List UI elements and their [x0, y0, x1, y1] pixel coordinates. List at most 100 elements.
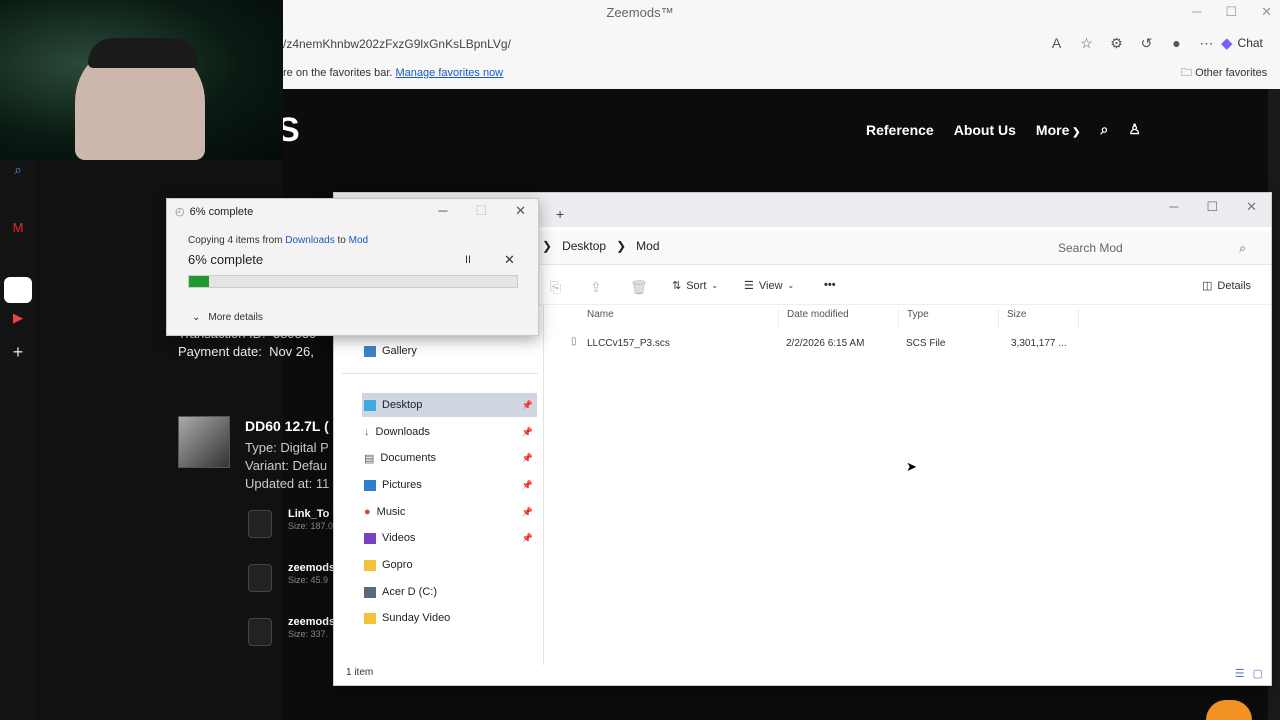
- file-type: SCS File: [906, 338, 946, 349]
- drive-icon: [364, 586, 376, 598]
- other-favorites[interactable]: 🗀 Other favorites: [1181, 62, 1267, 84]
- app-icon[interactable]: [4, 277, 32, 303]
- address-row: /z4nemKhnbw202zFxzG9lxGnKsLBpnLVg/ A ☆ ⚙…: [283, 30, 1280, 58]
- minimize-icon[interactable]: ─: [1192, 4, 1201, 20]
- add-icon[interactable]: +: [8, 342, 28, 362]
- pin-icon: 📌: [521, 399, 533, 410]
- product-thumbnail[interactable]: [178, 416, 230, 468]
- copilot-chat-button[interactable]: ◆ Chat: [1221, 34, 1263, 52]
- file-name: zeemods: [288, 562, 336, 574]
- extensions-icon[interactable]: ⚙: [1108, 34, 1125, 52]
- search-icon[interactable]: ⌕: [8, 160, 28, 180]
- minimize-icon[interactable]: ─: [438, 203, 447, 219]
- download-file[interactable]: Link_To Size: 187.0: [245, 504, 335, 544]
- close-icon[interactable]: ✕: [1246, 199, 1257, 215]
- manage-favorites-link[interactable]: Manage favorites now: [396, 67, 504, 79]
- search-icon: ⌕: [1239, 241, 1246, 255]
- pause-icon[interactable]: II: [465, 254, 471, 266]
- payment-label: Payment date:: [178, 344, 262, 359]
- sidebar-label: Sunday Video: [382, 612, 451, 624]
- mail-icon[interactable]: M: [8, 217, 28, 237]
- webcam-hair: [88, 38, 198, 68]
- tiles-view-icon[interactable]: ▢: [1253, 667, 1263, 680]
- nav-about[interactable]: About Us: [954, 122, 1016, 138]
- sidebar-item-videos[interactable]: Videos 📌: [362, 526, 537, 550]
- column-size[interactable]: Size: [999, 309, 1079, 329]
- sidebar-item-sunday-video[interactable]: Sunday Video: [362, 606, 537, 630]
- videos-icon: [364, 532, 376, 544]
- new-tab-icon[interactable]: +: [556, 206, 564, 222]
- music-icon: ●: [364, 506, 371, 518]
- more-options-button[interactable]: •••: [824, 279, 836, 291]
- sidebar-item-documents[interactable]: ▤ Documents 📌: [362, 446, 537, 470]
- sidebar-label: Pictures: [382, 479, 422, 491]
- sidebar-item-acer-drive[interactable]: Acer D (C:): [362, 580, 537, 604]
- sidebar-label: Downloads: [375, 426, 430, 438]
- file-name: Link_To: [288, 508, 330, 520]
- rename-icon[interactable]: ⎘: [550, 279, 561, 296]
- sidebar-item-pictures[interactable]: Pictures 📌: [362, 473, 537, 497]
- nav-more[interactable]: More ❯: [1036, 122, 1081, 138]
- sidebar-label: Gopro: [382, 559, 413, 571]
- sidebar-item-gallery[interactable]: Gallery: [362, 339, 537, 363]
- sidebar-item-downloads[interactable]: ↓ Downloads 📌: [362, 420, 537, 444]
- file-icon: [248, 618, 272, 646]
- user-icon[interactable]: ♙: [1128, 121, 1141, 138]
- stop-icon[interactable]: ✕: [504, 252, 515, 268]
- nav-reference[interactable]: Reference: [866, 122, 934, 138]
- copy-to: to: [337, 235, 346, 246]
- view-button[interactable]: ☰ View ⌄: [744, 279, 795, 293]
- address-bar[interactable]: /z4nemKhnbw202zFxzG9lxGnKsLBpnLVg/: [283, 30, 1083, 58]
- nav-more-label: More: [1035, 121, 1070, 138]
- sidebar-item-music[interactable]: ● Music 📌: [362, 500, 537, 524]
- sidebar-label: Desktop: [382, 399, 423, 411]
- download-file[interactable]: zeemods Size: 337.: [245, 612, 335, 652]
- file-date: 2/2/2026 6:15 AM: [786, 338, 865, 349]
- more-icon[interactable]: ⋯: [1198, 34, 1215, 52]
- read-aloud-icon[interactable]: A: [1048, 34, 1065, 52]
- breadcrumb-mod[interactable]: Mod: [636, 239, 659, 253]
- product-title[interactable]: DD60 12.7L (: [245, 418, 329, 434]
- window-controls: ─ ☐ ✕: [1192, 4, 1272, 20]
- folder-icon: [364, 559, 376, 571]
- more-details-toggle[interactable]: ⌄ More details: [192, 312, 263, 323]
- close-icon[interactable]: ✕: [515, 203, 526, 219]
- column-date[interactable]: Date modified: [779, 309, 899, 329]
- nav-links: Reference About Us More ❯ ⌕ ♙: [866, 121, 1141, 138]
- share-icon[interactable]: ⇪: [590, 279, 602, 296]
- gallery-icon: [364, 345, 376, 357]
- details-view-icon[interactable]: ☰: [1235, 667, 1245, 680]
- column-headers: Name Date modified Type Size: [579, 309, 1269, 329]
- close-icon[interactable]: ✕: [1261, 4, 1272, 20]
- source-link[interactable]: Downloads: [285, 235, 334, 246]
- history-icon[interactable]: ↺: [1138, 34, 1155, 52]
- video-icon[interactable]: ▶: [8, 308, 28, 328]
- file-icon: [248, 564, 272, 592]
- sidebar-item-desktop[interactable]: Desktop 📌: [362, 393, 537, 417]
- sidebar-item-gopro[interactable]: Gopro: [362, 553, 537, 577]
- column-type[interactable]: Type: [899, 309, 999, 329]
- details-button[interactable]: ◫ Details: [1202, 279, 1251, 293]
- explorer-window-controls: ─ ☐ ✕: [1169, 199, 1257, 215]
- file-size: Size: 187.0: [288, 521, 334, 531]
- copy-progress-dialog: ◴ 6% complete ─ ☐ ✕ Copying 4 items from…: [166, 198, 539, 336]
- profile-icon[interactable]: ●: [1168, 34, 1185, 52]
- download-file[interactable]: zeemods Size: 45.9: [245, 558, 335, 598]
- destination-link[interactable]: Mod: [349, 235, 368, 246]
- downloads-icon: ↓: [364, 426, 370, 438]
- sort-button[interactable]: ⇅ Sort ⌄: [672, 279, 718, 293]
- file-list-row[interactable]: ▯ LLCCv157_P3.scs 2/2/2026 6:15 AM SCS F…: [571, 333, 1099, 355]
- maximize-icon[interactable]: ☐: [1225, 4, 1237, 20]
- delete-icon[interactable]: 🗑: [630, 279, 648, 296]
- favorite-star-icon[interactable]: ☆: [1078, 34, 1095, 52]
- maximize-icon[interactable]: ☐: [1206, 199, 1218, 215]
- column-name[interactable]: Name: [579, 309, 779, 329]
- breadcrumb-desktop[interactable]: Desktop: [562, 239, 606, 253]
- file-icon: [248, 510, 272, 538]
- search-input[interactable]: Search Mod ⌕: [1046, 235, 1258, 261]
- pin-icon: 📌: [521, 532, 533, 543]
- folder-icon: [364, 612, 376, 624]
- minimize-icon[interactable]: ─: [1169, 199, 1178, 215]
- chevron-down-icon: ⌄: [787, 281, 795, 290]
- search-icon[interactable]: ⌕: [1101, 121, 1109, 138]
